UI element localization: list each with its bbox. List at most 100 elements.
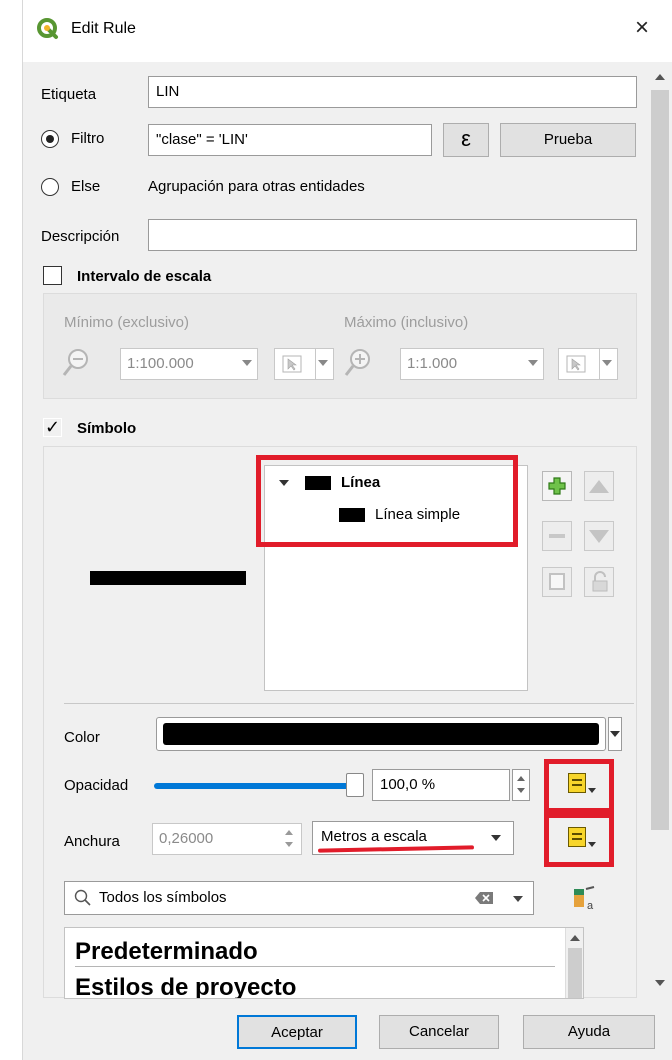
min-scale-label: Mínimo (exclusivo) [64, 314, 190, 331]
help-button[interactable]: Ayuda [523, 1015, 655, 1049]
duplicate-layer-button[interactable] [542, 567, 572, 597]
triangle-up-icon [589, 480, 609, 493]
step-down-icon[interactable] [517, 788, 525, 793]
width-label: Anchura [64, 833, 120, 850]
cancel-button[interactable]: Cancelar [379, 1015, 499, 1049]
plus-icon [548, 477, 566, 495]
chevron-down-icon [513, 896, 523, 902]
expression-epsilon-button[interactable]: ε [443, 123, 489, 157]
map-canvas-icon [282, 355, 302, 373]
filter-label: Filtro [71, 130, 105, 147]
else-description: Agrupación para otras entidades [148, 178, 365, 195]
scale-range-title: Intervalo de escala [77, 268, 212, 285]
else-label: Else [71, 178, 101, 195]
triangle-down-icon [589, 530, 609, 543]
symbol-search-input[interactable]: Todos los símbolos [64, 881, 534, 915]
style-manager-icon[interactable]: a [570, 885, 600, 913]
scroll-up-icon[interactable] [655, 74, 665, 80]
else-radio[interactable] [41, 178, 59, 196]
chevron-down-icon [528, 360, 538, 366]
label-input[interactable]: LIN [148, 76, 637, 108]
label-caption: Etiqueta [41, 86, 97, 103]
color-button[interactable] [156, 717, 606, 751]
description-caption: Descripción [41, 228, 120, 245]
chevron-down-icon [588, 842, 596, 847]
scroll-up-icon[interactable] [570, 935, 580, 941]
symbol-checkbox[interactable]: ✓ [43, 418, 62, 437]
step-down-icon[interactable] [285, 842, 293, 847]
library-scrollbar[interactable] [565, 928, 583, 998]
color-swatch [163, 723, 599, 745]
scale-range-group: Mínimo (exclusivo) Máximo (inclusivo) 1:… [43, 293, 637, 399]
scroll-down-icon[interactable] [655, 980, 665, 986]
title-bar: Edit Rule × [23, 0, 672, 62]
opacity-spinbox[interactable]: 100,0 % [372, 769, 510, 801]
color-label: Color [64, 729, 100, 746]
step-up-icon[interactable] [285, 830, 293, 835]
symbol-title: Símbolo [77, 420, 137, 437]
opacity-value: 100,0 % [380, 776, 436, 793]
opacity-slider-handle[interactable] [346, 773, 364, 797]
separator [75, 966, 555, 967]
scroll-thumb[interactable] [568, 948, 582, 998]
chevron-down-icon [318, 360, 328, 366]
chevron-down-icon [610, 731, 620, 737]
move-up-button[interactable] [584, 471, 614, 501]
color-dropdown-button[interactable] [608, 717, 622, 751]
filter-radio[interactable] [41, 130, 59, 148]
zoom-in-icon [344, 349, 370, 376]
add-layer-button[interactable] [542, 471, 572, 501]
scroll-thumb[interactable] [651, 90, 669, 830]
test-button[interactable]: Prueba [500, 123, 636, 157]
library-group-project[interactable]: Estilos de proyecto [75, 974, 296, 998]
min-scale-combo[interactable]: 1:100.000 [120, 348, 258, 380]
lock-layer-button[interactable] [584, 567, 614, 597]
remove-layer-button[interactable] [542, 521, 572, 551]
max-scale-value: 1:1.000 [407, 355, 458, 372]
max-scale-label: Máximo (inclusivo) [344, 314, 469, 331]
separator [64, 703, 634, 704]
zoom-out-icon [62, 349, 88, 376]
symbol-preview [90, 571, 246, 585]
opacity-stepper[interactable] [512, 769, 530, 801]
opacity-slider-track[interactable] [154, 783, 362, 789]
data-defined-override-icon[interactable] [568, 827, 586, 847]
search-filter-dropdown[interactable] [504, 883, 532, 913]
filter-expression-input[interactable]: "clase" = 'LIN' [148, 124, 432, 156]
move-down-button[interactable] [584, 521, 614, 551]
min-scale-map-button[interactable] [274, 348, 334, 380]
library-group-default[interactable]: Predeterminado [75, 938, 258, 966]
width-value: 0,26000 [159, 830, 214, 847]
opacity-label: Opacidad [64, 777, 129, 794]
chevron-down-icon [491, 835, 501, 841]
minus-icon [549, 534, 565, 538]
accept-button[interactable]: Aceptar [237, 1015, 357, 1049]
units-value: Metros a escala [321, 828, 427, 845]
step-up-icon[interactable] [517, 776, 525, 781]
symbol-library-list[interactable]: Predeterminado Estilos de proyecto [64, 927, 584, 999]
lock-icon [592, 571, 608, 592]
svg-text:a: a [587, 900, 594, 912]
scale-range-checkbox[interactable] [43, 266, 62, 285]
min-scale-value: 1:100.000 [127, 355, 194, 372]
description-input[interactable] [148, 219, 637, 251]
symbol-group: Línea Línea simple Color Opacidad 100,0 … [43, 446, 637, 999]
chevron-down-icon [588, 788, 596, 793]
search-placeholder: Todos los símbolos [99, 889, 227, 906]
dialog-scrollbar[interactable] [649, 66, 671, 996]
chevron-down-icon [602, 360, 612, 366]
annotation-highlight-box [256, 455, 518, 547]
clear-text-icon[interactable] [474, 891, 494, 905]
width-spinbox[interactable]: 0,26000 [152, 823, 302, 855]
close-icon[interactable]: × [635, 14, 649, 42]
duplicate-icon [549, 573, 565, 590]
max-scale-combo[interactable]: 1:1.000 [400, 348, 544, 380]
search-icon [74, 889, 91, 906]
data-defined-override-icon[interactable] [568, 773, 586, 793]
max-scale-map-button[interactable] [558, 348, 618, 380]
chevron-down-icon [242, 360, 252, 366]
window-title: Edit Rule [71, 20, 136, 37]
edit-rule-dialog: Edit Rule × Etiqueta LIN Filtro "clase" … [22, 0, 672, 1060]
qgis-logo-icon [37, 18, 58, 39]
map-canvas-icon [566, 355, 586, 373]
